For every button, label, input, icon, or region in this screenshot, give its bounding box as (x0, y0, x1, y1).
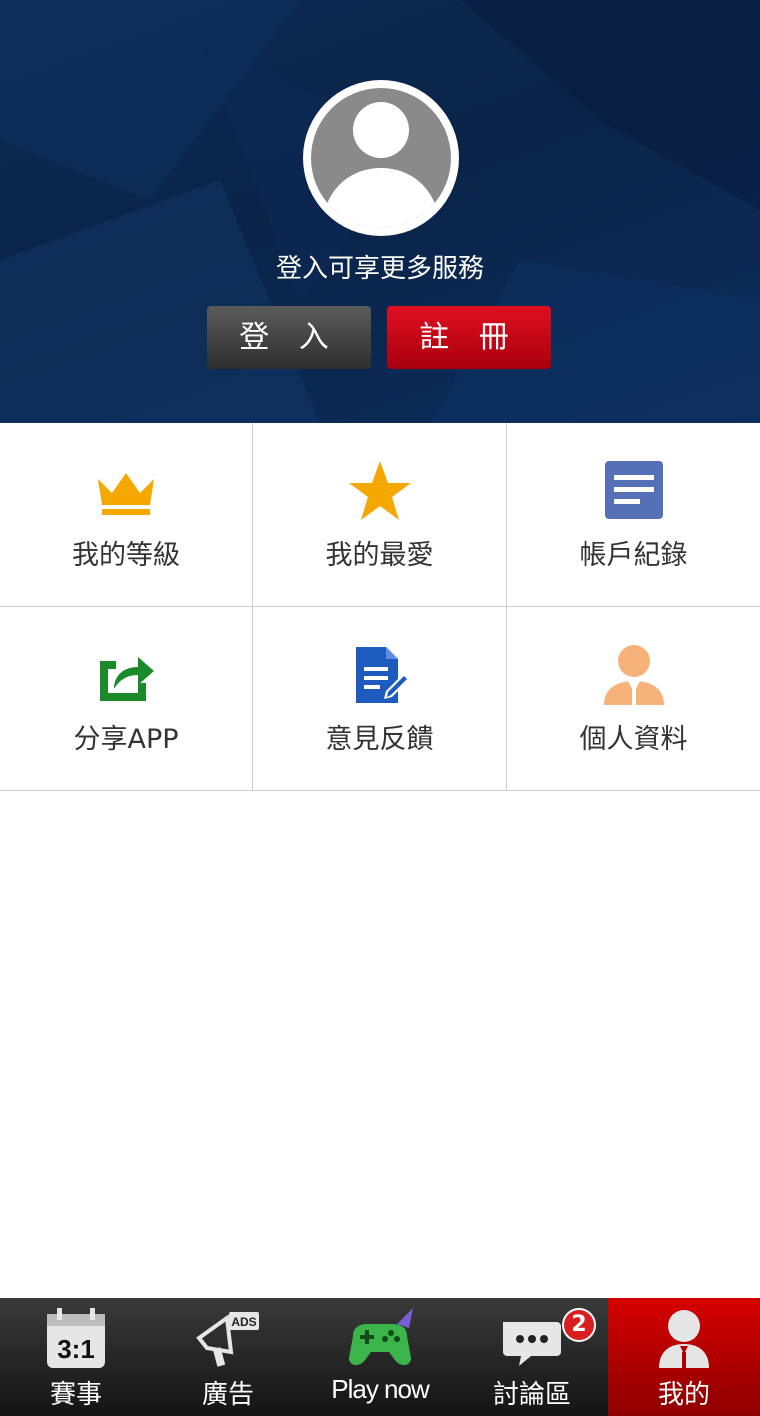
default-user-icon (321, 102, 441, 228)
nav-tab-play-now[interactable]: Play now (304, 1298, 456, 1416)
calendar-score-icon: 3:1 (47, 1308, 105, 1368)
nav-tab-label: 討論區 (492, 1380, 571, 1410)
nav-tab-label: 賽事 (49, 1380, 102, 1410)
menu-grid: 我的等級 我的最愛 帳戶紀錄 分享APP 意見反饋 個人資料 (0, 423, 760, 791)
avatar[interactable] (303, 80, 459, 236)
nav-icon-text: 3:1 (57, 1334, 95, 1364)
menu-item-account-records[interactable]: 帳戶紀錄 (507, 423, 760, 607)
nav-icon-text: ADS (231, 1315, 256, 1329)
chat-bubble-icon (503, 1322, 561, 1366)
person-icon (603, 645, 664, 705)
register-button[interactable]: 註 冊 (387, 306, 551, 369)
nav-tab-label: 我的 (657, 1380, 710, 1410)
nav-tab-label: Play now (331, 1374, 430, 1404)
menu-item-feedback[interactable]: 意見反饋 (253, 607, 507, 791)
nav-tab-mine[interactable]: 我的 (608, 1298, 760, 1416)
share-icon (100, 657, 154, 701)
menu-item-personal-info[interactable]: 個人資料 (507, 607, 760, 791)
nav-tab-matches[interactable]: 3:1 賽事 (0, 1298, 152, 1416)
star-icon (348, 461, 411, 520)
menu-item-label: 我的最愛 (325, 540, 434, 571)
user-icon (659, 1310, 709, 1368)
menu-item-label: 個人資料 (579, 724, 688, 755)
menu-item-label: 帳戶紀錄 (579, 540, 688, 571)
login-prompt-text: 登入可享更多服務 (275, 254, 484, 284)
profile-header: 登入可享更多服務 登 入 註 冊 (0, 0, 760, 423)
edit-document-icon (355, 647, 410, 703)
document-lines-icon (604, 461, 663, 519)
login-button[interactable]: 登 入 (207, 306, 371, 369)
ads-megaphone-icon: ADS (196, 1312, 259, 1367)
nav-tab-ads[interactable]: ADS 廣告 (152, 1298, 304, 1416)
menu-item-my-favorites[interactable]: 我的最愛 (253, 423, 507, 607)
menu-item-label: 意見反饋 (325, 724, 434, 755)
crown-icon (98, 473, 154, 515)
menu-item-my-level[interactable]: 我的等級 (0, 423, 253, 607)
menu-item-label: 我的等級 (72, 540, 180, 571)
menu-item-share-app[interactable]: 分享APP (0, 607, 253, 791)
notification-badge: 2 (562, 1308, 596, 1342)
bottom-navigation-bar: 3:1 賽事 ADS 廣告 Play now 討論區 我的 (0, 1298, 760, 1416)
nav-tab-label: 廣告 (201, 1380, 254, 1410)
menu-item-label: 分享APP (73, 724, 179, 755)
gamepad-icon (349, 1308, 413, 1366)
